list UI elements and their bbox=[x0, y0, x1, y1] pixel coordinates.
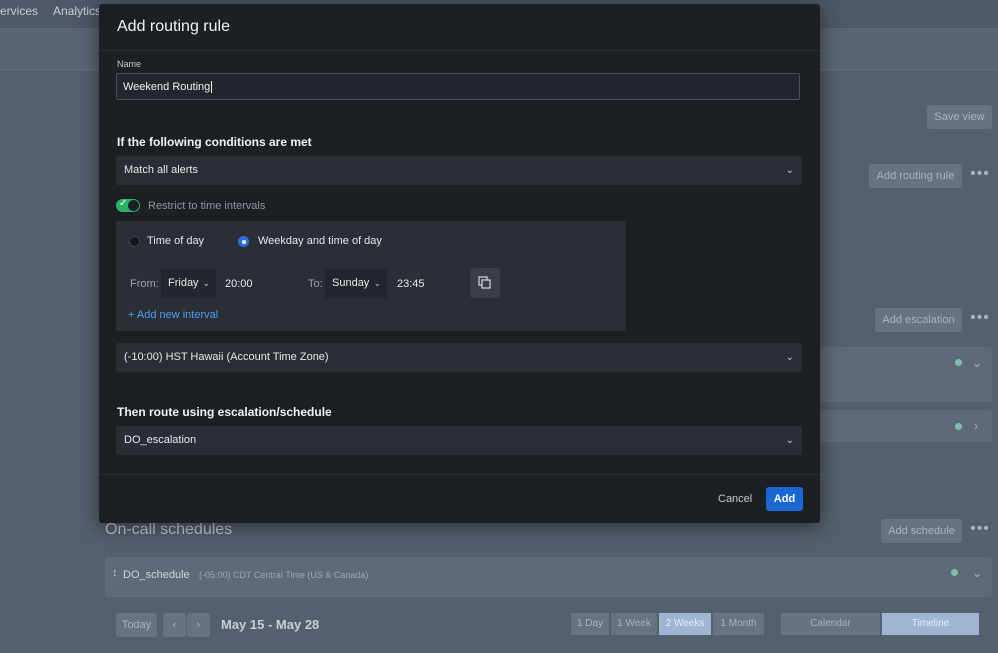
schedule-name: DO_schedule bbox=[123, 569, 190, 581]
add-new-interval-link[interactable]: + Add new interval bbox=[128, 309, 218, 321]
add-button[interactable]: Add bbox=[766, 487, 803, 511]
next-icon[interactable]: › bbox=[187, 613, 210, 637]
name-label: Name bbox=[117, 59, 142, 69]
prev-icon[interactable]: ‹ bbox=[163, 613, 186, 637]
chevron-down-icon[interactable]: ⌄ bbox=[972, 356, 982, 370]
restrict-label: Restrict to time intervals bbox=[148, 200, 266, 212]
radio-weekday-label: Weekday and time of day bbox=[258, 235, 382, 247]
schedule-timezone: (-05:00) CDT Central Time (US & Canada) bbox=[199, 570, 369, 580]
from-day-value: Friday bbox=[168, 277, 199, 289]
drag-handle-icon[interactable]: ↕ bbox=[112, 567, 118, 579]
timezone-select[interactable]: (-10:00) HST Hawaii (Account Time Zone) … bbox=[116, 343, 802, 372]
route-heading: Then route using escalation/schedule bbox=[117, 405, 332, 419]
range-1-day[interactable]: 1 Day bbox=[571, 613, 609, 635]
more-icon[interactable]: ••• bbox=[968, 519, 992, 543]
dialog-divider bbox=[99, 474, 820, 475]
conditions-heading: If the following conditions are met bbox=[117, 135, 312, 149]
toggle-knob bbox=[128, 200, 139, 211]
chevron-down-icon: ⌄ bbox=[785, 435, 794, 446]
copy-interval-button[interactable] bbox=[470, 268, 500, 298]
name-input[interactable]: Weekend Routing bbox=[116, 73, 800, 100]
dialog-header: Add routing rule bbox=[99, 4, 820, 51]
today-button[interactable]: Today bbox=[116, 613, 157, 637]
match-select[interactable]: Match all alerts ⌄ bbox=[116, 156, 802, 185]
to-day-select[interactable]: Sunday ⌄ bbox=[325, 269, 387, 298]
from-day-select[interactable]: Friday ⌄ bbox=[161, 269, 216, 298]
radio-time-of-day[interactable] bbox=[129, 236, 140, 247]
status-dot bbox=[955, 359, 962, 366]
save-view-button[interactable]: Save view bbox=[927, 105, 992, 129]
oncall-section-title: On-call schedules bbox=[105, 521, 233, 538]
to-time-input[interactable]: 23:45 bbox=[397, 278, 425, 290]
radio-weekday[interactable] bbox=[238, 236, 249, 247]
timezone-value: (-10:00) HST Hawaii (Account Time Zone) bbox=[124, 351, 329, 363]
escalation-value: DO_escalation bbox=[124, 434, 197, 446]
restrict-toggle[interactable]: ✓ bbox=[116, 198, 140, 212]
name-input-value: Weekend Routing bbox=[123, 81, 211, 93]
chevron-down-icon: ⌄ bbox=[785, 165, 794, 176]
chevron-down-icon[interactable]: ⌄ bbox=[972, 566, 982, 580]
view-calendar[interactable]: Calendar bbox=[781, 613, 880, 635]
to-day-value: Sunday bbox=[332, 277, 370, 289]
range-1-month[interactable]: 1 Month bbox=[713, 613, 764, 635]
check-icon: ✓ bbox=[119, 198, 128, 209]
add-routing-rule-dialog: Add routing rule Name Weekend Routing If… bbox=[99, 4, 820, 523]
schedule-row[interactable]: ↕ DO_schedule (-05:00) CDT Central Time … bbox=[105, 557, 992, 597]
add-escalation-button[interactable]: Add escalation bbox=[875, 308, 962, 332]
escalation-panel-2 bbox=[820, 410, 992, 442]
from-label: From: bbox=[130, 278, 159, 290]
escalation-panel bbox=[820, 347, 992, 402]
escalation-select[interactable]: DO_escalation ⌄ bbox=[116, 426, 802, 455]
add-schedule-button[interactable]: Add schedule bbox=[881, 519, 962, 543]
chevron-down-icon: ⌄ bbox=[785, 352, 794, 363]
to-label: To: bbox=[308, 278, 323, 290]
view-timeline[interactable]: Timeline bbox=[882, 613, 979, 635]
status-dot bbox=[951, 569, 958, 576]
chevron-right-icon[interactable]: › bbox=[974, 419, 978, 433]
bg-add-routing-rule-button[interactable]: Add routing rule bbox=[869, 164, 962, 188]
match-select-value: Match all alerts bbox=[124, 164, 198, 176]
range-1-week[interactable]: 1 Week bbox=[611, 613, 657, 635]
more-icon[interactable]: ••• bbox=[968, 308, 992, 332]
chevron-down-icon: ⌄ bbox=[373, 278, 381, 288]
text-caret bbox=[211, 81, 213, 94]
chevron-down-icon: ⌄ bbox=[202, 278, 210, 288]
from-time-input[interactable]: 20:00 bbox=[225, 278, 253, 290]
more-icon[interactable]: ••• bbox=[968, 164, 992, 188]
status-dot bbox=[955, 423, 962, 430]
nav-services[interactable]: ervices bbox=[0, 4, 38, 18]
copy-icon bbox=[478, 276, 491, 289]
range-2-weeks[interactable]: 2 Weeks bbox=[659, 613, 711, 635]
date-range: May 15 - May 28 bbox=[221, 617, 320, 632]
nav-analytics[interactable]: Analytics bbox=[53, 4, 101, 18]
radio-time-of-day-label: Time of day bbox=[147, 235, 205, 247]
dialog-title: Add routing rule bbox=[117, 18, 230, 35]
cancel-button[interactable]: Cancel bbox=[718, 493, 752, 505]
